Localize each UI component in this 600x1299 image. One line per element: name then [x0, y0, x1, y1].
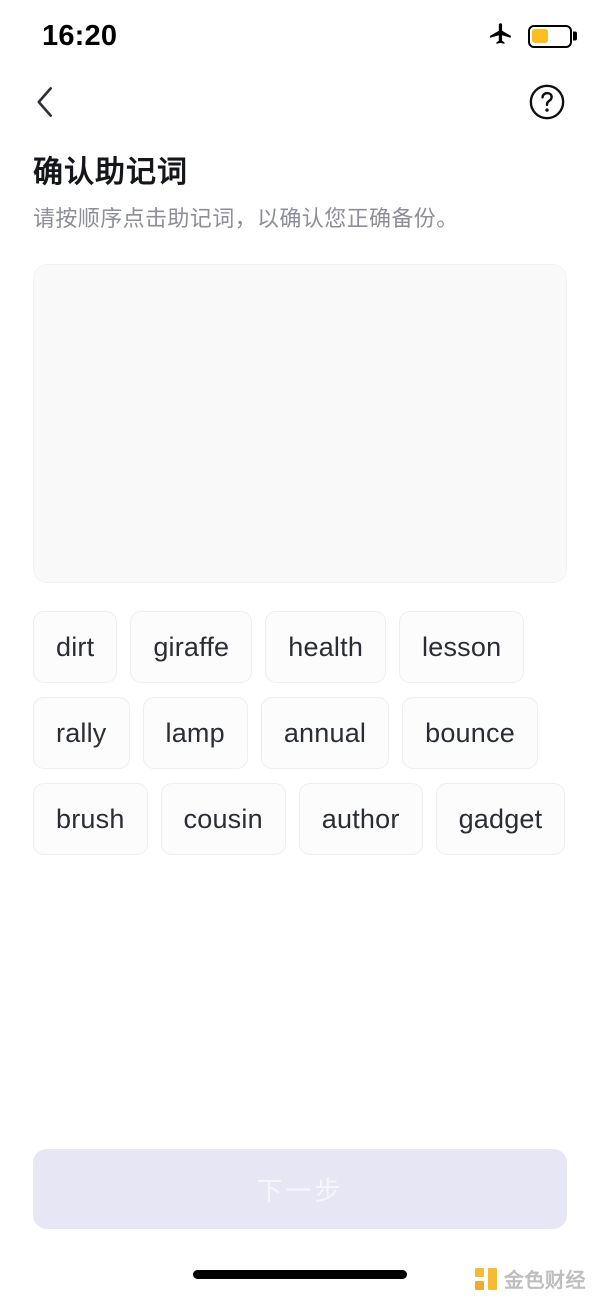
battery-fill: [532, 28, 549, 44]
help-button[interactable]: [524, 80, 570, 126]
bottom-bar: 金色财经: [0, 1250, 600, 1299]
navigation-bar: [0, 72, 600, 134]
app-screen: 16:20 确认助记词 请按顺序点击助记词，以确认您正确备份。 dirt gir…: [0, 0, 600, 1299]
word-chip[interactable]: giraffe: [130, 611, 253, 684]
page-title: 确认助记词: [33, 156, 188, 189]
watermark: 金色财经: [475, 1264, 586, 1293]
word-chip[interactable]: gadget: [435, 783, 566, 856]
chevron-left-icon: [30, 85, 60, 122]
status-time: 16:20: [42, 19, 118, 52]
selected-words-area[interactable]: [33, 264, 567, 584]
word-chip[interactable]: author: [298, 783, 423, 856]
question-mark-circle-icon: [528, 83, 566, 124]
watermark-text: 金色财经: [504, 1270, 586, 1292]
word-chip[interactable]: bounce: [402, 697, 538, 770]
airplane-mode-icon: [488, 21, 514, 52]
word-chip[interactable]: annual: [260, 697, 390, 770]
word-chip[interactable]: rally: [33, 697, 130, 770]
word-chip[interactable]: lamp: [142, 697, 248, 770]
home-indicator[interactable]: [193, 1270, 407, 1279]
next-button[interactable]: 下一步: [33, 1149, 567, 1229]
status-bar: 16:20: [0, 0, 600, 72]
jinse-logo-icon: [475, 1267, 497, 1290]
back-button[interactable]: [22, 80, 68, 126]
footer: 下一步: [0, 1149, 600, 1229]
word-chip[interactable]: lesson: [399, 611, 525, 684]
word-bank: dirt giraffe health lesson rally lamp annual bo…: [33, 611, 567, 856]
status-indicators: [488, 21, 572, 52]
word-chip[interactable]: health: [265, 611, 387, 684]
page-subtitle: 请按顺序点击助记词，以确认您正确备份。: [33, 205, 459, 231]
word-chip[interactable]: brush: [33, 783, 148, 856]
header-block: 确认助记词 请按顺序点击助记词，以确认您正确备份。: [0, 134, 600, 233]
word-chip[interactable]: cousin: [160, 783, 286, 856]
battery-icon: [528, 24, 572, 48]
word-chip[interactable]: dirt: [33, 611, 118, 684]
